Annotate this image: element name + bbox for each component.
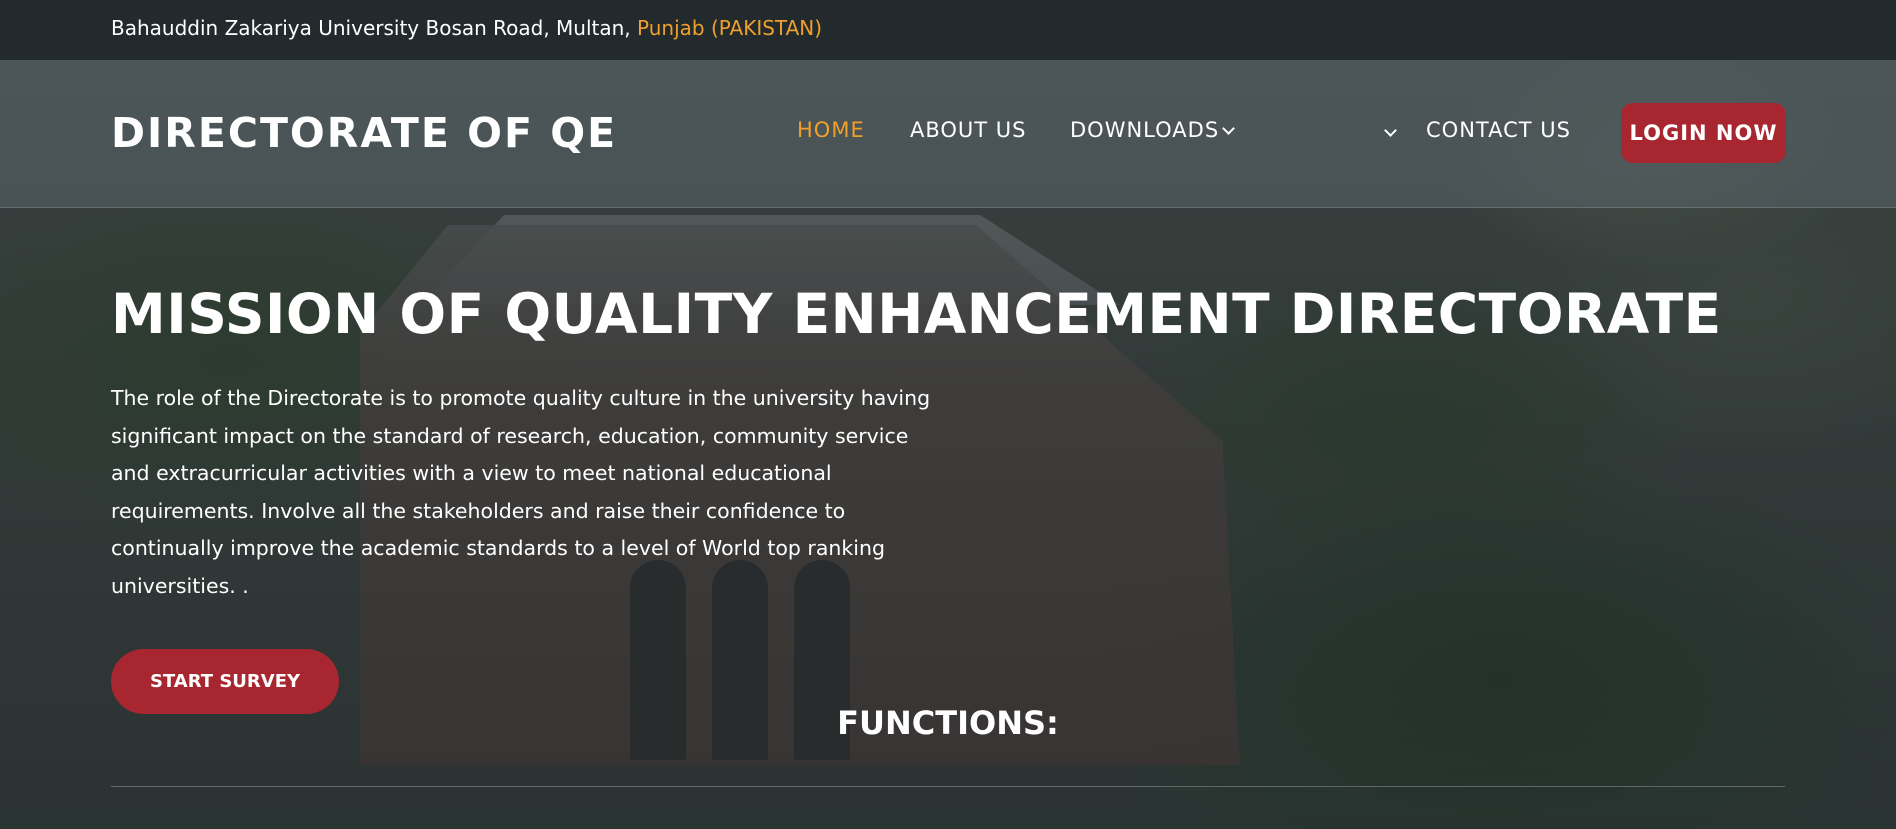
chevron-down-icon[interactable] xyxy=(1384,124,1397,137)
address-region: Punjab (PAKISTAN) xyxy=(637,16,823,40)
main-nav: HOME ABOUT US DOWNLOADS CONTACT US xyxy=(0,60,1896,207)
chevron-down-icon xyxy=(1222,122,1236,135)
page: Bahauddin Zakariya University Bosan Road… xyxy=(0,0,1896,829)
section-divider xyxy=(111,786,1785,787)
nav-downloads-label: DOWNLOADS xyxy=(1070,118,1220,142)
login-button[interactable]: LOGIN NOW xyxy=(1621,103,1786,163)
functions-heading: FUNCTIONS: xyxy=(837,704,1059,742)
nav-about-us[interactable]: ABOUT US xyxy=(910,118,1027,142)
address-text: Bahauddin Zakariya University Bosan Road… xyxy=(111,16,822,40)
nav-contact-us[interactable]: CONTACT US xyxy=(1426,118,1571,142)
hero-title: MISSION OF QUALITY ENHANCEMENT DIRECTORA… xyxy=(111,282,1722,346)
site-header: DIRECTORATE OF QE HOME ABOUT US DOWNLOAD… xyxy=(0,60,1896,208)
address-line: Bahauddin Zakariya University Bosan Road… xyxy=(111,16,631,40)
nav-downloads[interactable]: DOWNLOADS xyxy=(1070,118,1236,142)
nav-home[interactable]: HOME xyxy=(797,118,865,142)
hero-description: The role of the Directorate is to promot… xyxy=(111,386,931,598)
top-bar: Bahauddin Zakariya University Bosan Road… xyxy=(0,0,1896,60)
